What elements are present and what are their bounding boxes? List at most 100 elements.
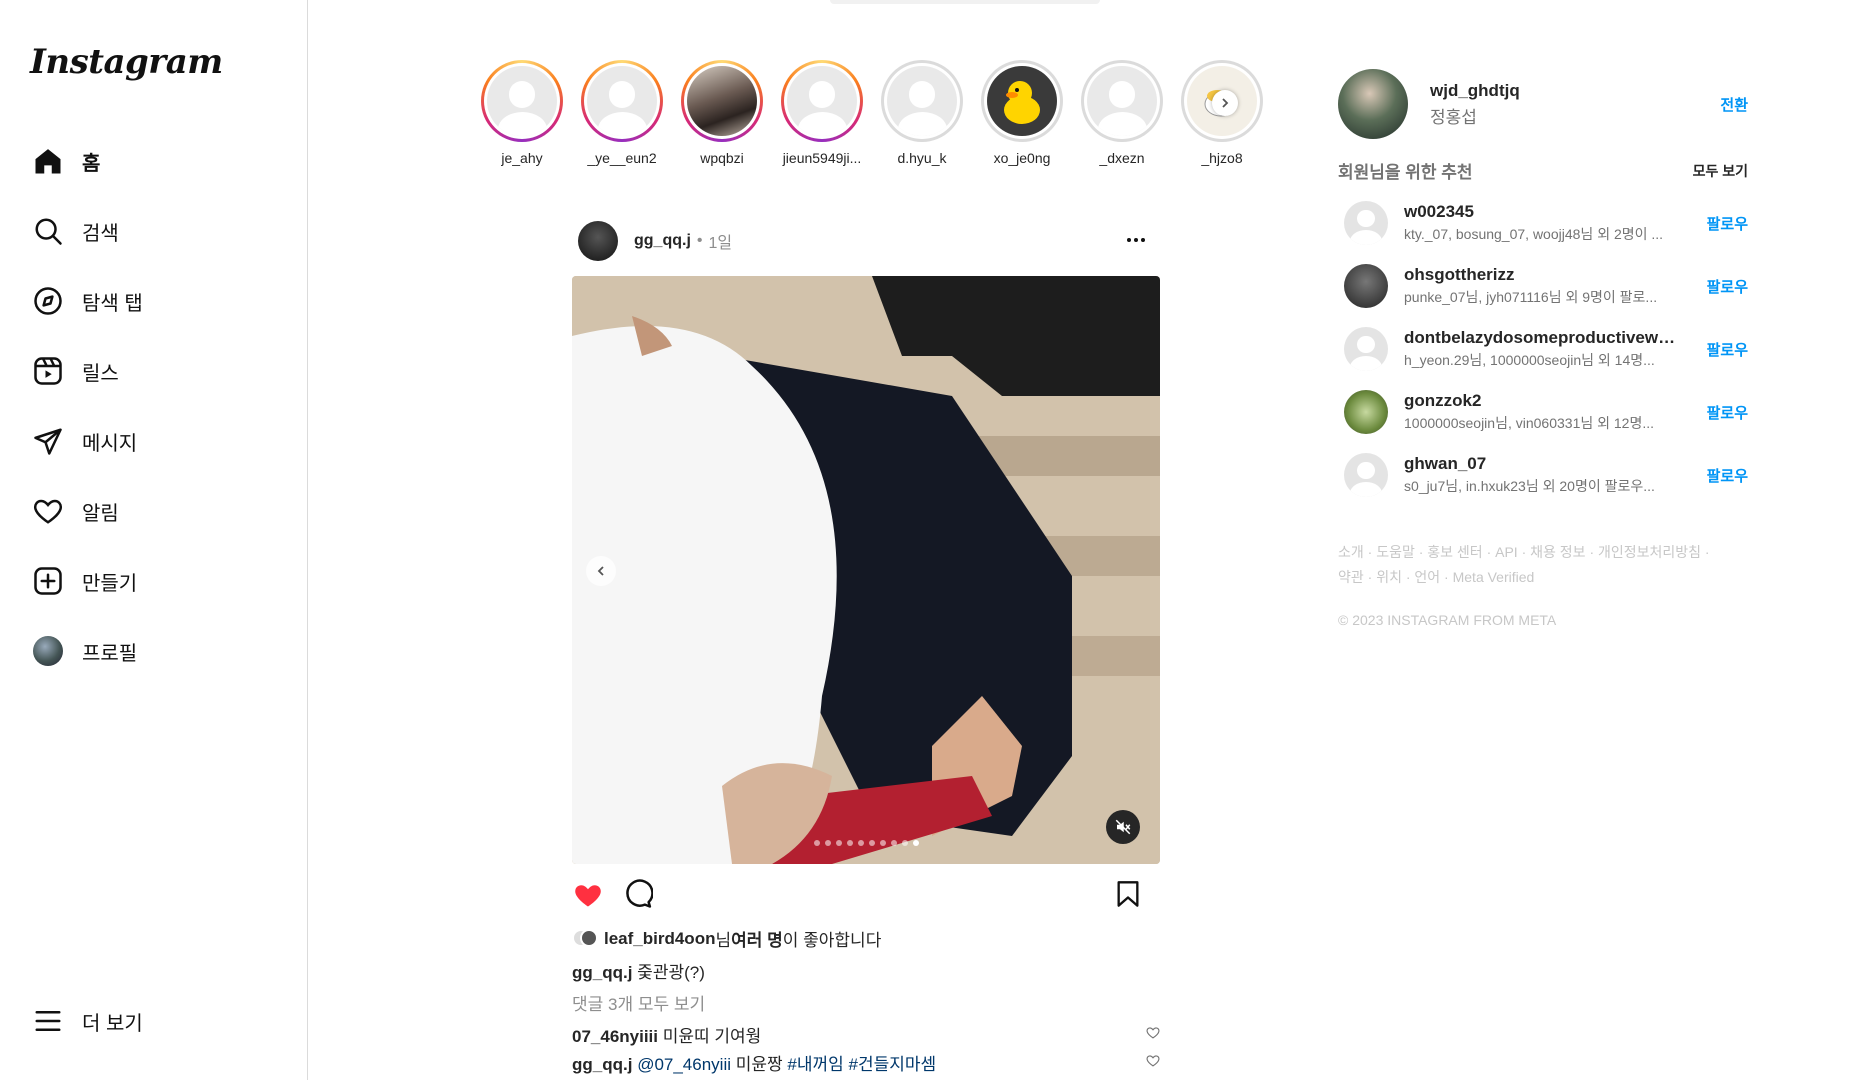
suggestion-avatar[interactable] bbox=[1344, 264, 1388, 308]
story-ring bbox=[1081, 60, 1163, 142]
comment-item: 07_46nyiiii 미윤띠 기여웡 bbox=[572, 1022, 1160, 1047]
suggestions-header: 회원님을 위한 추천 모두 보기 bbox=[1338, 158, 1748, 183]
story-item[interactable]: jieun5949ji... bbox=[772, 60, 872, 166]
plus-square-icon bbox=[24, 557, 72, 605]
post-author-avatar[interactable] bbox=[578, 221, 618, 261]
like-button[interactable] bbox=[570, 876, 606, 912]
follow-button[interactable]: 팔로우 bbox=[1707, 213, 1748, 234]
see-all-button[interactable]: 모두 보기 bbox=[1693, 161, 1748, 183]
story-username: _ye__eun2 bbox=[587, 150, 657, 166]
nav-notifications[interactable]: 알림 bbox=[20, 484, 290, 538]
comment-username[interactable]: 07_46nyiiii bbox=[572, 1027, 658, 1046]
mute-button[interactable] bbox=[1106, 810, 1140, 844]
switch-account-button[interactable]: 전환 bbox=[1720, 94, 1748, 115]
story-ring bbox=[881, 60, 963, 142]
comment-username[interactable]: gg_qq.j bbox=[572, 1055, 632, 1074]
story-item[interactable]: _ye__eun2 bbox=[572, 60, 672, 166]
follow-button[interactable]: 팔로우 bbox=[1707, 465, 1748, 486]
comment-like-button[interactable] bbox=[1146, 1052, 1160, 1072]
suggestion-username[interactable]: ohsgottherizz bbox=[1404, 265, 1684, 285]
compass-icon bbox=[24, 277, 72, 325]
suggestion-username[interactable]: ghwan_07 bbox=[1404, 454, 1684, 474]
nav-more-label: 더 보기 bbox=[82, 1012, 143, 1035]
carousel-dot bbox=[868, 840, 875, 846]
comment-button[interactable] bbox=[620, 876, 656, 912]
follow-button[interactable]: 팔로우 bbox=[1707, 402, 1748, 423]
liker-username[interactable]: leaf_bird4oon bbox=[604, 929, 715, 949]
footer-links[interactable]: 소개 · 도움말 · 홍보 센터 · API · 채용 정보 · 개인정보처리방… bbox=[1338, 540, 1718, 590]
heart-outline-icon bbox=[1146, 1027, 1160, 1039]
story-avatar bbox=[487, 66, 557, 136]
post-video-frame bbox=[572, 276, 1160, 864]
suggestion-item: ghwan_07 s0_ju7님, in.hxuk23님 외 20명이 팔로우.… bbox=[1344, 450, 1748, 500]
current-user-avatar[interactable] bbox=[1338, 69, 1408, 139]
carousel-dot bbox=[846, 840, 853, 846]
suggestion-subtitle: kty._07, bosung_07, woojj48님 외 2명이 ... bbox=[1404, 226, 1664, 242]
likes-others[interactable]: 여러 명 bbox=[731, 926, 783, 951]
nav-more[interactable]: 더 보기 bbox=[20, 994, 290, 1048]
post-caption: gg_qq.j 줒관광(?) bbox=[572, 958, 705, 983]
current-user-username[interactable]: wjd_ghdtjq bbox=[1430, 81, 1520, 101]
post-author-username[interactable]: gg_qq.j bbox=[634, 232, 691, 250]
follow-button[interactable]: 팔로우 bbox=[1707, 339, 1748, 360]
follow-button[interactable]: 팔로우 bbox=[1707, 276, 1748, 297]
nav-messages[interactable]: 메시지 bbox=[20, 414, 290, 468]
post-actions bbox=[570, 876, 1164, 912]
nav-create-label: 만들기 bbox=[82, 572, 138, 595]
nav-search[interactable]: 검색 bbox=[20, 204, 290, 258]
caption-username[interactable]: gg_qq.j bbox=[572, 963, 632, 982]
likes-suffix: 이 좋아합니다 bbox=[782, 931, 882, 950]
comment-hashtags[interactable]: #내꺼임 #건들지마셈 bbox=[787, 1055, 936, 1074]
story-item[interactable]: je_ahy bbox=[472, 60, 572, 166]
story-item[interactable]: wpqbzi bbox=[672, 60, 772, 166]
top-shadow bbox=[830, 0, 1100, 4]
post-media[interactable] bbox=[572, 276, 1160, 864]
story-ring bbox=[481, 60, 563, 142]
nav-create[interactable]: 만들기 bbox=[20, 554, 290, 608]
nav-reels[interactable]: 릴스 bbox=[20, 344, 290, 398]
story-username: je_ahy bbox=[501, 150, 543, 166]
suggestion-username[interactable]: gonzzok2 bbox=[1404, 391, 1684, 411]
story-item[interactable]: _dxezn bbox=[1072, 60, 1172, 166]
suggestion-avatar[interactable] bbox=[1344, 390, 1388, 434]
carousel-dot bbox=[835, 840, 842, 846]
nav-explore[interactable]: 탐색 탭 bbox=[20, 274, 290, 328]
nav-search-label: 검색 bbox=[82, 222, 119, 245]
suggestion-username[interactable]: w002345 bbox=[1404, 202, 1684, 222]
more-options-button[interactable] bbox=[1124, 228, 1148, 257]
story-avatar bbox=[987, 66, 1057, 136]
story-ring bbox=[681, 60, 763, 142]
story-avatar bbox=[687, 66, 757, 136]
save-button[interactable] bbox=[1110, 876, 1146, 912]
suggestion-item: gonzzok2 1000000seojin님, vin060331님 외 12… bbox=[1344, 387, 1748, 437]
carousel-dot bbox=[879, 840, 886, 846]
nav-profile[interactable]: 프로필 bbox=[20, 624, 290, 678]
instagram-logo[interactable]: Instagram bbox=[30, 42, 223, 82]
nav-home[interactable]: 홈 bbox=[20, 134, 290, 188]
chevron-left-icon bbox=[597, 566, 604, 576]
suggestion-subtitle: punke_07님, jyh071116님 외 9명이 팔로... bbox=[1404, 289, 1658, 305]
suggestion-avatar[interactable] bbox=[1344, 327, 1388, 371]
view-all-comments[interactable]: 댓글 3개 모두 보기 bbox=[572, 990, 705, 1015]
suggestion-item: ohsgottherizz punke_07님, jyh071116님 외 9명… bbox=[1344, 261, 1748, 311]
story-username: jieun5949ji... bbox=[782, 150, 862, 166]
suggestion-avatar[interactable] bbox=[1344, 453, 1388, 497]
stories-tray: je_ahy _ye__eun2 wpqbzi jieun5949ji... d… bbox=[472, 60, 1272, 180]
more-horizontal-icon bbox=[1127, 238, 1145, 242]
suggestion-subtitle: s0_ju7님, in.hxuk23님 외 20명이 팔로우... bbox=[1404, 478, 1655, 494]
comment-like-button[interactable] bbox=[1146, 1024, 1160, 1044]
story-item[interactable]: d.hyu_k bbox=[872, 60, 972, 166]
carousel-prev-button[interactable] bbox=[586, 556, 616, 586]
caption-text: 줒관광(?) bbox=[637, 963, 705, 982]
suggestion-avatar[interactable] bbox=[1344, 201, 1388, 245]
stories-next-button[interactable] bbox=[1212, 90, 1238, 116]
post-time[interactable]: 1일 bbox=[709, 229, 733, 253]
nav-profile-label: 프로필 bbox=[82, 642, 138, 665]
suggestion-subtitle: 1000000seojin님, vin060331님 외 12명... bbox=[1404, 415, 1655, 431]
story-item[interactable]: xo_je0ng bbox=[972, 60, 1072, 166]
carousel-dot bbox=[824, 840, 831, 846]
separator-dot: • bbox=[696, 232, 703, 249]
heart-icon bbox=[24, 487, 72, 535]
suggestion-username[interactable]: dontbelazydosomeproductivework bbox=[1404, 328, 1684, 348]
comment-mention[interactable]: @07_46nyiii bbox=[637, 1055, 731, 1074]
